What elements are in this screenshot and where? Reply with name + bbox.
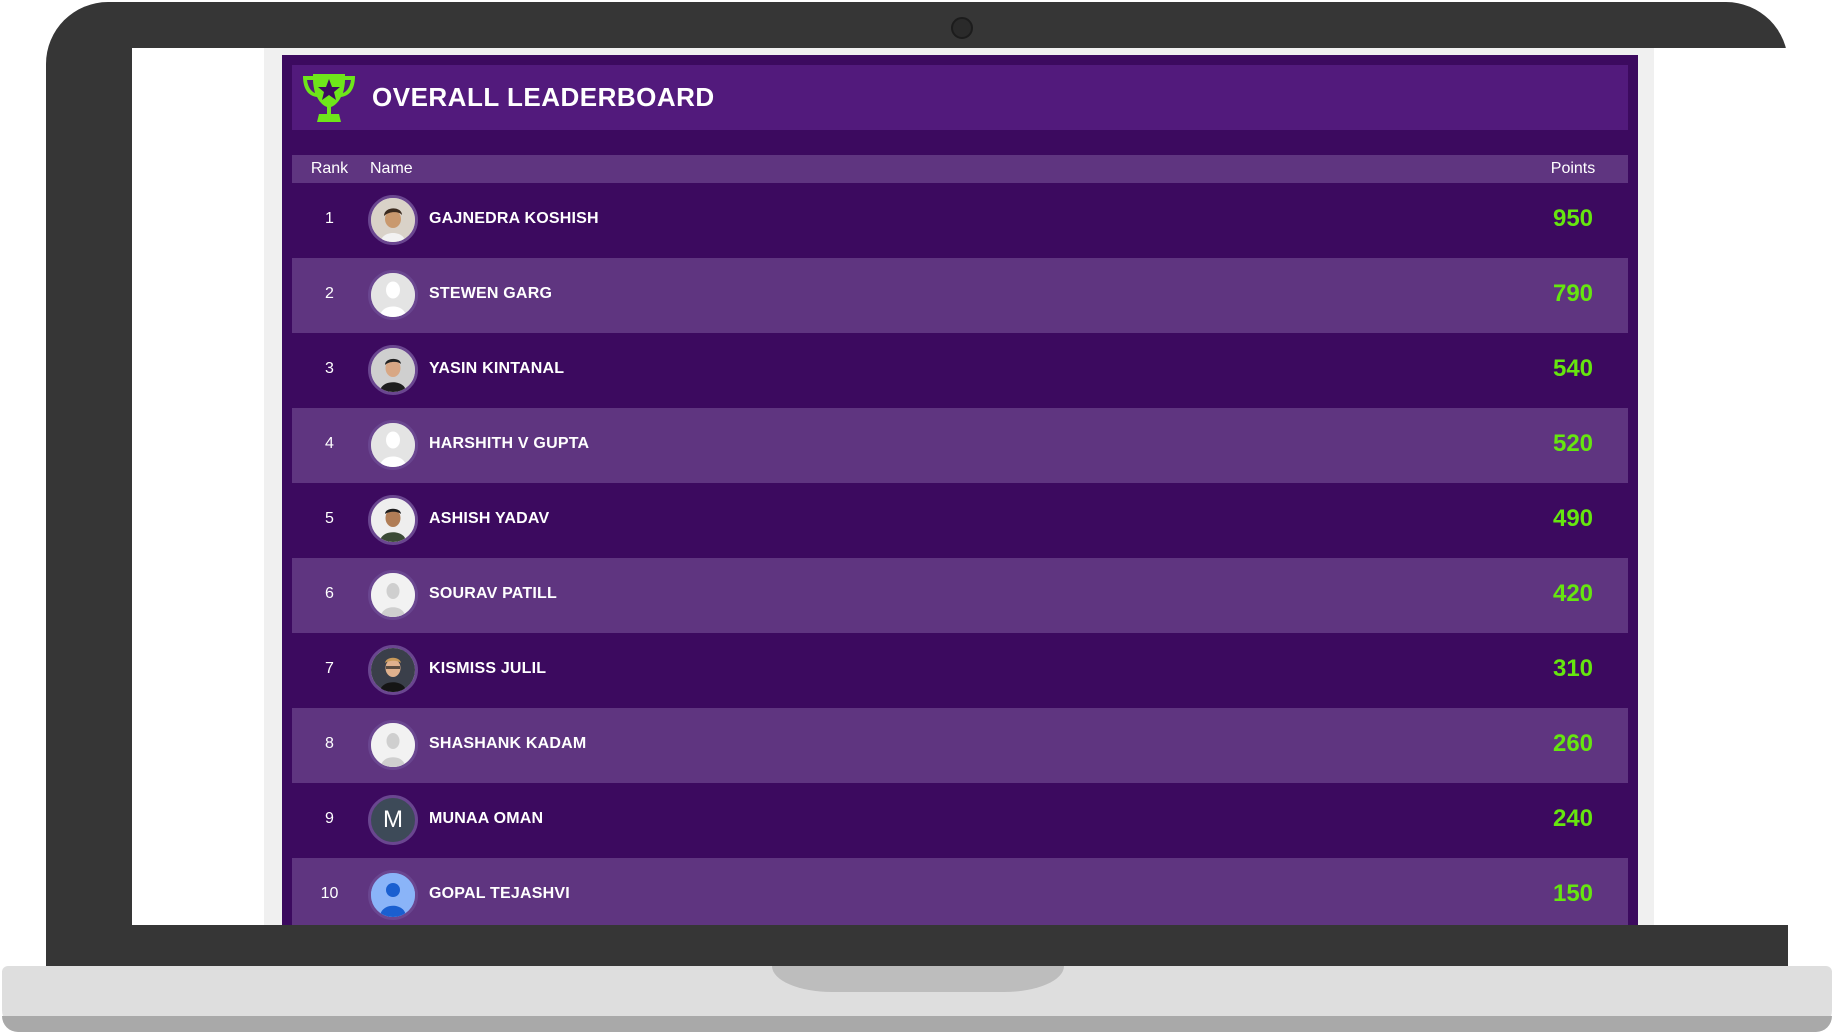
avatar: [368, 345, 418, 395]
player-name: SHASHANK KADAM: [429, 735, 587, 752]
avatar: [368, 570, 418, 620]
player-name: MUNAA OMAN: [429, 810, 544, 827]
laptop-base: [2, 966, 1832, 1032]
avatar: [368, 870, 418, 920]
leaderboard-header: OVERALL LEADERBOARD: [292, 65, 1628, 130]
laptop-frame: OVERALL LEADERBOARD Rank Name Points 1 G…: [46, 2, 1808, 966]
laptop-screen: OVERALL LEADERBOARD Rank Name Points 1 G…: [132, 48, 1808, 925]
avatar: [368, 495, 418, 545]
player-points: 420: [1552, 580, 1594, 607]
leaderboard-row: 6 SOURAV PATILL 420: [292, 558, 1628, 633]
leaderboard-row: 9 M MUNAA OMAN 240: [292, 783, 1628, 858]
leaderboard-row: 4 HARSHITH V GUPTA 520: [292, 408, 1628, 483]
player-name: GAJNEDRA KOSHISH: [429, 210, 599, 227]
player-points: 540: [1552, 355, 1594, 382]
player-name: GOPAL TEJASHVI: [429, 885, 570, 902]
laptop-notch: [772, 966, 1064, 992]
rank-number: 7: [325, 660, 334, 677]
rank-number: 9: [325, 810, 334, 827]
leaderboard-rows: 1 GAJNEDRA KOSHISH 950 2 STEWEN GARG 790: [292, 183, 1628, 925]
leaderboard-panel: OVERALL LEADERBOARD Rank Name Points 1 G…: [282, 55, 1638, 925]
rank-number: 6: [325, 585, 334, 602]
player-points: 950: [1552, 205, 1594, 232]
player-name: STEWEN GARG: [429, 285, 553, 302]
player-name: HARSHITH V GUPTA: [429, 435, 590, 452]
avatar: [368, 195, 418, 245]
rank-number: 3: [325, 360, 334, 377]
avatar: [368, 270, 418, 320]
player-points: 520: [1552, 430, 1594, 457]
player-points: 150: [1552, 880, 1594, 907]
leaderboard-row: 5 ASHISH YADAV 490: [292, 483, 1628, 558]
column-header-bar: Rank Name Points: [292, 155, 1628, 183]
avatar: [368, 645, 418, 695]
rank-number: 5: [325, 510, 334, 527]
leaderboard-row: 3 YASIN KINTANAL 540: [292, 333, 1628, 408]
avatar: [368, 720, 418, 770]
rank-number: 10: [320, 885, 339, 902]
leaderboard-row: 2 STEWEN GARG 790: [292, 258, 1628, 333]
laptop-base-lip: [2, 1016, 1832, 1032]
leaderboard-row: 10 GOPAL TEJASHVI 150: [292, 858, 1628, 925]
leaderboard-title: OVERALL LEADERBOARD: [372, 82, 715, 112]
player-points: 490: [1552, 505, 1594, 532]
player-name: ASHISH YADAV: [429, 510, 550, 527]
rank-number: 8: [325, 735, 334, 752]
avatar: M: [368, 795, 418, 845]
rank-number: 1: [325, 210, 334, 227]
player-points: 310: [1552, 655, 1594, 682]
avatar: [368, 420, 418, 470]
player-points: 790: [1552, 280, 1594, 307]
player-points: 240: [1552, 805, 1594, 832]
avatar-initial: M: [383, 806, 403, 833]
player-name: KISMISS JULIL: [429, 660, 547, 677]
trophy-star-icon: [292, 65, 366, 130]
leaderboard-row: 7 KISMISS JULIL 310: [292, 633, 1628, 708]
rank-number: 2: [325, 285, 334, 302]
player-name: YASIN KINTANAL: [429, 360, 565, 377]
rank-column-header: Rank: [310, 160, 349, 177]
points-column-header: Points: [1550, 160, 1596, 177]
leaderboard-row: 8 SHASHANK KADAM 260: [292, 708, 1628, 783]
leaderboard-row: 1 GAJNEDRA KOSHISH 950: [292, 183, 1628, 258]
camera-icon: [951, 17, 973, 39]
player-points: 260: [1552, 730, 1594, 757]
player-name: SOURAV PATILL: [429, 585, 557, 602]
rank-number: 4: [325, 435, 334, 452]
name-column-header: Name: [370, 160, 413, 177]
